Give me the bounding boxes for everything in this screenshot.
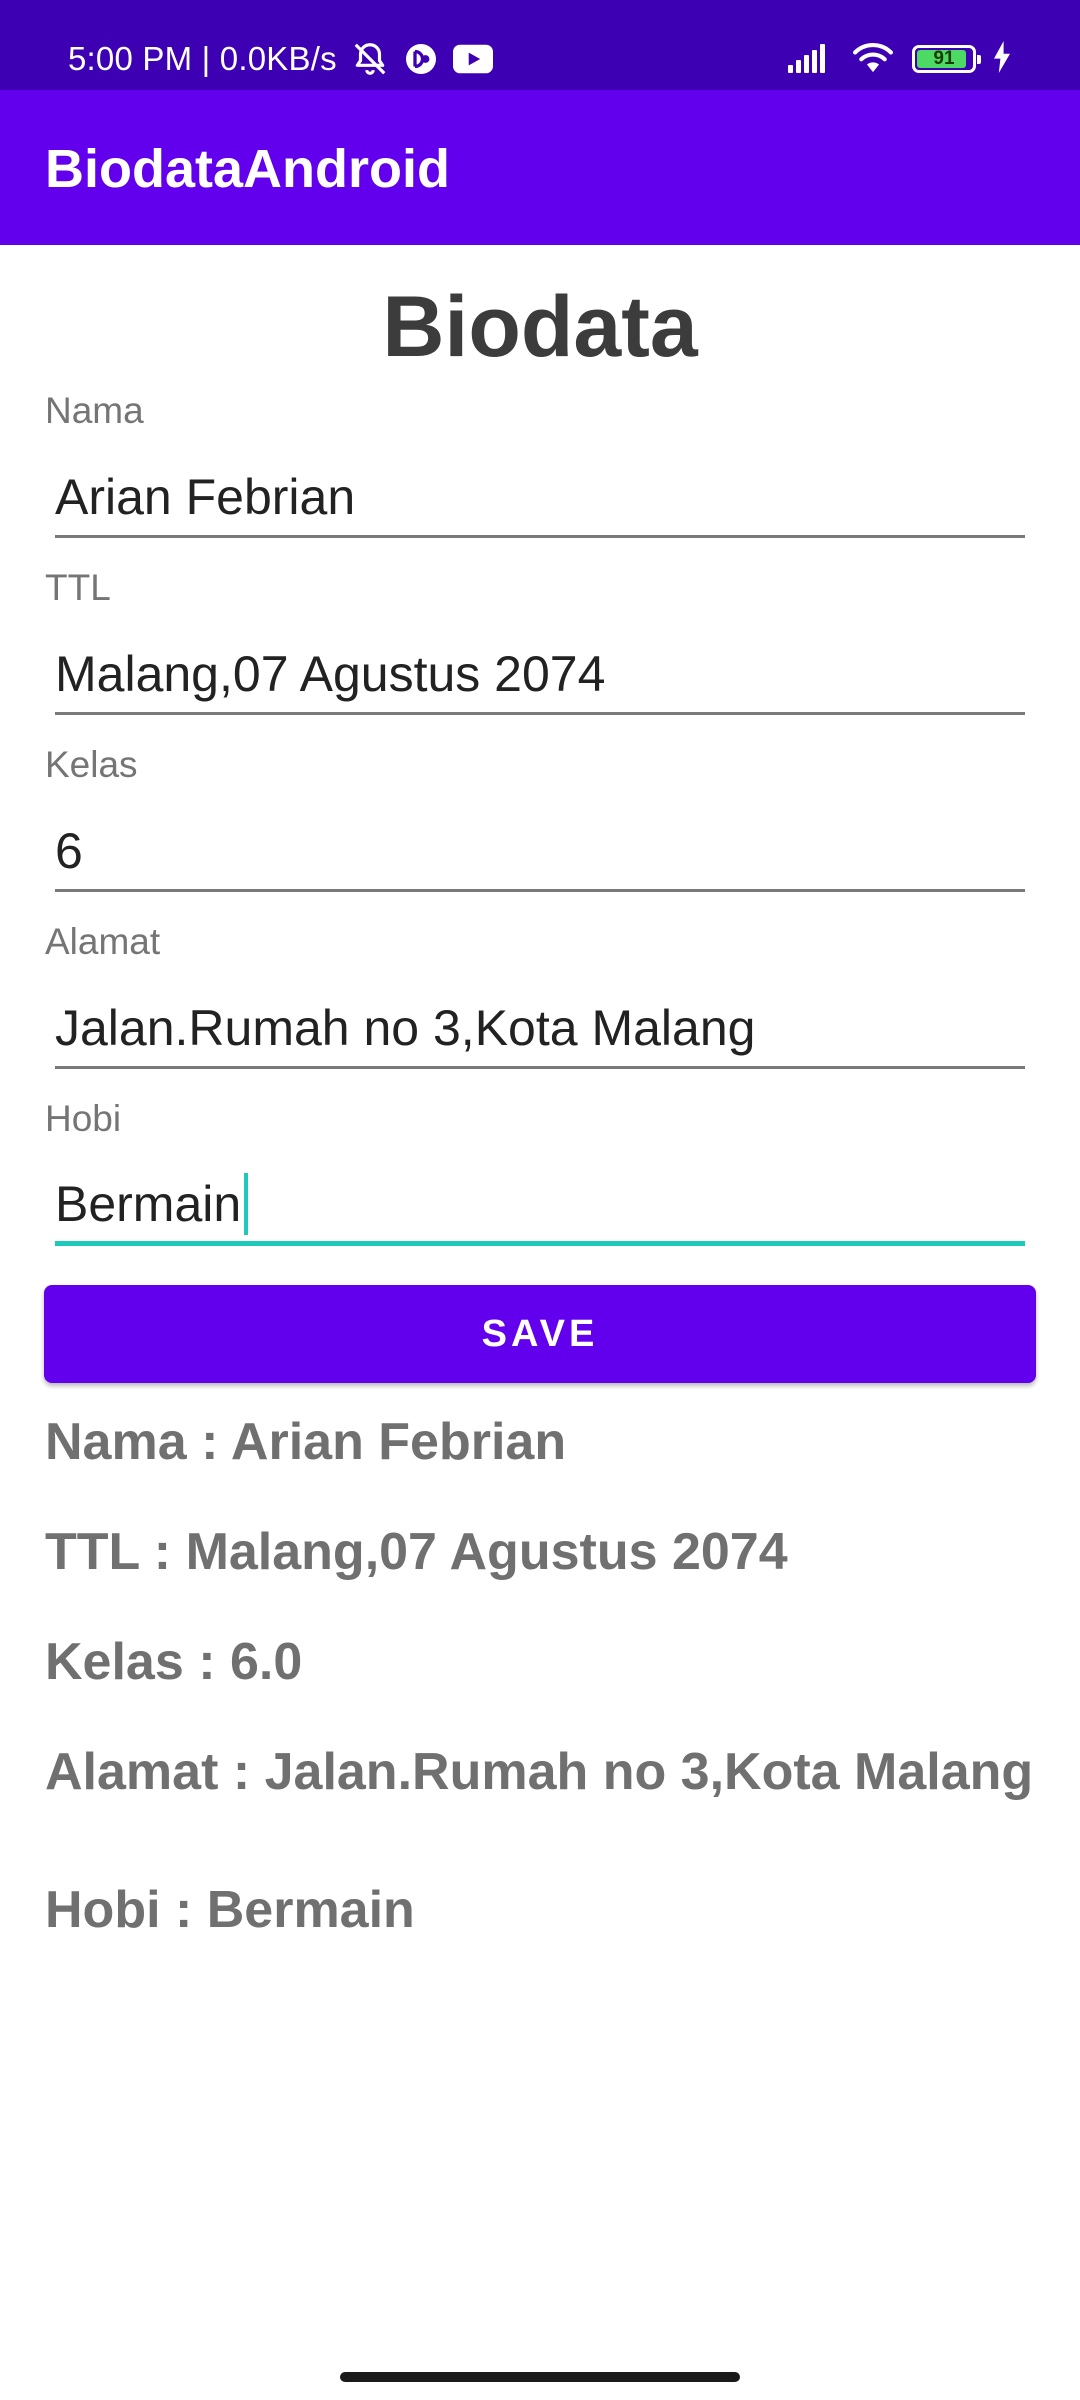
ttl-label: TTL xyxy=(45,567,111,608)
hobi-input[interactable]: Bermain xyxy=(55,1166,1025,1246)
alamat-input[interactable]: Jalan.Rumah no 3,Kota Malang xyxy=(55,989,1025,1069)
battery-level: 91 xyxy=(933,48,955,69)
app-title: BiodataAndroid xyxy=(45,139,450,199)
bell-muted-icon xyxy=(351,40,389,78)
kelas-label: Kelas xyxy=(45,744,138,785)
result-nama: Nama : Arian Febrian xyxy=(45,1413,567,1471)
status-left: 5:00 PM | 0.0KB/s xyxy=(68,36,493,82)
text-caret xyxy=(244,1172,249,1235)
status-bar: 5:00 PM | 0.0KB/s 91 xyxy=(0,0,1080,90)
result-alamat: Alamat : Jalan.Rumah no 3,Kota Malang xyxy=(45,1743,1034,1801)
nama-input-value: Arian Febrian xyxy=(55,468,356,525)
page-heading: Biodata xyxy=(382,279,698,375)
status-time-speed: 5:00 PM | 0.0KB/s xyxy=(68,40,337,77)
ttl-input-value: Malang,07 Agustus 2074 xyxy=(55,645,606,702)
nama-input[interactable]: Arian Febrian xyxy=(55,458,1025,538)
result-ttl: TTL : Malang,07 Agustus 2074 xyxy=(45,1523,788,1581)
wifi-icon xyxy=(850,40,896,79)
screen: 5:00 PM | 0.0KB/s 91 BiodataAndroid Biod… xyxy=(0,0,1080,2400)
status-right: 91 xyxy=(788,36,1012,82)
home-indicator[interactable] xyxy=(340,2372,740,2382)
alamat-input-value: Jalan.Rumah no 3,Kota Malang xyxy=(55,999,756,1056)
signal-icon xyxy=(788,41,834,78)
kelas-input[interactable]: 6 xyxy=(55,812,1025,892)
save-button[interactable]: SAVE xyxy=(44,1285,1036,1383)
result-kelas: Kelas : 6.0 xyxy=(45,1633,303,1691)
hobi-input-value: Bermain xyxy=(55,1175,242,1232)
result-hobi: Hobi : Bermain xyxy=(45,1881,415,1939)
charging-icon xyxy=(992,40,1012,78)
nama-label: Nama xyxy=(45,390,144,431)
app-notification-icon xyxy=(403,41,439,77)
alamat-label: Alamat xyxy=(45,921,161,962)
hobi-label: Hobi xyxy=(45,1098,122,1139)
app-bar: BiodataAndroid xyxy=(0,90,1080,245)
battery-icon: 91 xyxy=(912,45,981,73)
kelas-input-value: 6 xyxy=(55,822,83,879)
ttl-input[interactable]: Malang,07 Agustus 2074 xyxy=(55,635,1025,715)
youtube-icon xyxy=(452,43,493,75)
